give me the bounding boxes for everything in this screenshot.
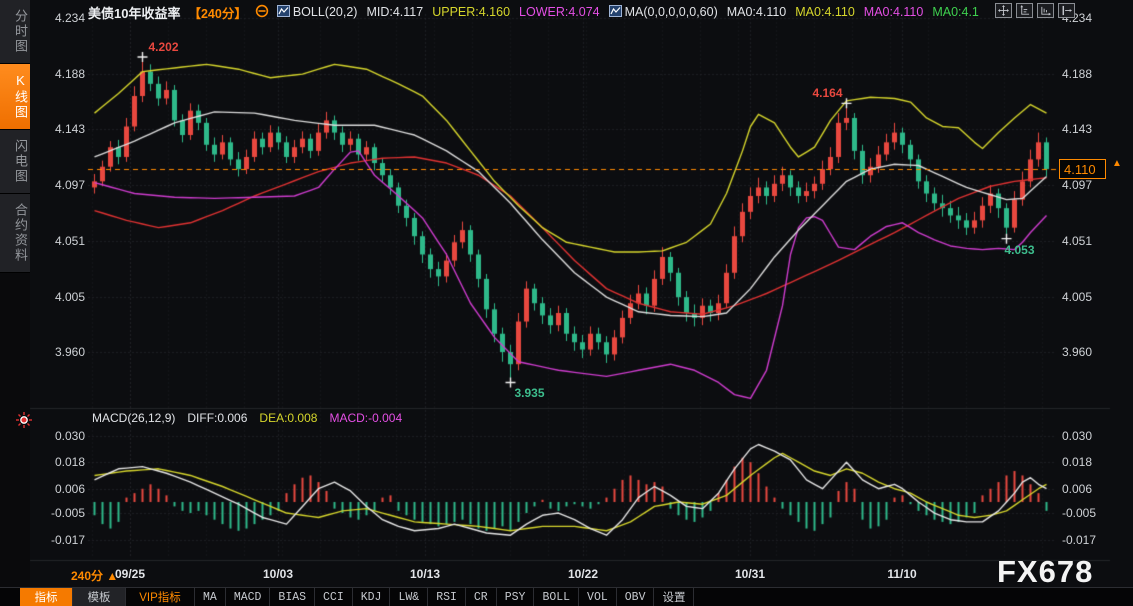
macd-axis-label-right: 0.006 bbox=[1062, 482, 1122, 496]
axis-zoom-horizontal-icon[interactable] bbox=[1037, 3, 1054, 18]
toolbar-item-MA[interactable]: MA bbox=[195, 588, 226, 606]
x-axis-label: 10/13 bbox=[410, 567, 440, 581]
sidebar-tab-分时图[interactable]: 分时图 bbox=[0, 0, 30, 64]
axis-zoom-vertical-icon[interactable] bbox=[1016, 3, 1033, 18]
chart-canvas[interactable] bbox=[0, 0, 1133, 588]
toolbar-item-CCI[interactable]: CCI bbox=[315, 588, 353, 606]
price-marker-icon: ▲ bbox=[1112, 158, 1122, 169]
toolbar-item-MACD[interactable]: MACD bbox=[226, 588, 271, 606]
y-axis-label-left: 4.005 bbox=[38, 290, 85, 304]
indicator-readouts: BOLL(20,2) MID:4.117 UPPER:4.160 LOWER:4.07… bbox=[277, 5, 979, 20]
indicator-readout: MA0:4.1 bbox=[932, 5, 979, 20]
sidebar-tab-闪电图[interactable]: 闪电图 bbox=[0, 130, 30, 194]
x-axis-label: 10/31 bbox=[735, 567, 765, 581]
y-axis-label-right: 3.960 bbox=[1062, 345, 1122, 359]
y-axis-label-right: 4.188 bbox=[1062, 67, 1122, 81]
chart-toolbar bbox=[995, 3, 1075, 18]
indicator-readout: BOLL(20,2) bbox=[277, 5, 358, 20]
sidebar-tab-K线图[interactable]: K线图 bbox=[0, 64, 30, 130]
macd-axis-label-left: 0.030 bbox=[38, 429, 85, 443]
last-price-value: 4.110 bbox=[1064, 162, 1096, 177]
toolbar-item-RSI[interactable]: RSI bbox=[428, 588, 466, 606]
macd-macd-value: MACD:-0.004 bbox=[329, 411, 402, 425]
toolbar-item-KDJ[interactable]: KDJ bbox=[353, 588, 391, 606]
sidebar-tab-合约资料[interactable]: 合约资料 bbox=[0, 194, 30, 273]
toolbar-item-VIP指标[interactable]: VIP指标 bbox=[126, 588, 195, 606]
indicator-readout: MA0:4.110 bbox=[727, 5, 787, 20]
x-axis-label: 10/22 bbox=[568, 567, 598, 581]
macd-axis-label-right: 0.030 bbox=[1062, 429, 1122, 443]
y-axis-label-right: 4.143 bbox=[1062, 122, 1122, 136]
y-axis-label-left: 4.234 bbox=[38, 11, 85, 25]
toolbar-item-OBV[interactable]: OBV bbox=[617, 588, 655, 606]
y-axis-label-right: 4.051 bbox=[1062, 234, 1122, 248]
trading-chart-window: 分时图K线图闪电图合约资料 美债10年收益率 【240分】 BOLL(20,2)… bbox=[0, 0, 1133, 606]
macd-axis-label-left: -0.017 bbox=[38, 533, 85, 547]
mini-chart-icon bbox=[609, 5, 622, 20]
macd-axis-label-left: 0.006 bbox=[38, 482, 85, 496]
macd-axis-label-right: 0.018 bbox=[1062, 455, 1122, 469]
macd-axis-label-right: -0.005 bbox=[1062, 506, 1122, 520]
indicator-readout: MA(0,0,0,0,0,60) bbox=[609, 5, 718, 20]
shift-right-icon[interactable] bbox=[1058, 3, 1075, 18]
macd-diff-value: DIFF:0.006 bbox=[187, 411, 247, 425]
period-label: 【240分】 bbox=[188, 3, 246, 22]
price-extreme-label: 4.164 bbox=[813, 86, 843, 100]
period-selector[interactable]: 240分 ▲ bbox=[71, 567, 118, 584]
toolbar-item-PSY[interactable]: PSY bbox=[497, 588, 535, 606]
toolbar-item-BOLL[interactable]: BOLL bbox=[534, 588, 579, 606]
x-axis-label: 10/03 bbox=[263, 567, 293, 581]
y-axis-label-left: 4.051 bbox=[38, 234, 85, 248]
live-dot-icon bbox=[16, 412, 32, 433]
y-axis-label-left: 4.143 bbox=[38, 122, 85, 136]
x-axis-label: 11/10 bbox=[887, 567, 916, 581]
x-axis-label: 09/25 bbox=[115, 567, 145, 581]
price-extreme-label: 4.053 bbox=[1005, 243, 1035, 257]
toolbar-item-设置[interactable]: 设置 bbox=[654, 588, 694, 606]
link-icon[interactable] bbox=[255, 4, 269, 21]
chart-header: 美债10年收益率 【240分】 BOLL(20,2) MID:4.117 UPPER… bbox=[88, 3, 979, 21]
toolbar-item-BIAS[interactable]: BIAS bbox=[270, 588, 315, 606]
macd-header: MACD(26,12,9) DIFF:0.006 DEA:0.008 MACD:… bbox=[92, 411, 402, 425]
bottom-toolbar: 指标模板VIP指标MAMACDBIASCCIKDJLW&RSICRPSYBOLL… bbox=[0, 587, 1133, 606]
y-axis-label-left: 3.960 bbox=[38, 345, 85, 359]
instrument-title: 美债10年收益率 bbox=[88, 3, 180, 22]
price-extreme-label: 4.202 bbox=[149, 40, 179, 54]
y-axis-label-left: 4.097 bbox=[38, 178, 85, 192]
indicator-readout: MA0:4.110 bbox=[864, 5, 924, 20]
toolbar-item-模板[interactable]: 模板 bbox=[73, 588, 126, 606]
indicator-readout: MID:4.117 bbox=[366, 5, 423, 20]
toolbar-item-指标[interactable]: 指标 bbox=[20, 588, 73, 606]
mini-chart-icon bbox=[277, 5, 290, 20]
price-extreme-label: 3.935 bbox=[515, 386, 545, 400]
watermark: FX678 bbox=[997, 554, 1093, 590]
sidebar: 分时图K线图闪电图合约资料 bbox=[0, 0, 30, 588]
indicator-readout: UPPER:4.160 bbox=[432, 5, 510, 20]
y-axis-label-right: 4.005 bbox=[1062, 290, 1122, 304]
toolbar-item-VOL[interactable]: VOL bbox=[579, 588, 617, 606]
macd-axis-label-left: -0.005 bbox=[38, 506, 85, 520]
toolbar-item-LW&[interactable]: LW& bbox=[390, 588, 428, 606]
indicator-readout: LOWER:4.074 bbox=[519, 5, 600, 20]
indicator-readout: MA0:4.110 bbox=[795, 5, 855, 20]
toolbar-item-CR[interactable]: CR bbox=[466, 588, 497, 606]
macd-dea-value: DEA:0.008 bbox=[259, 411, 317, 425]
macd-axis-label-left: 0.018 bbox=[38, 455, 85, 469]
y-axis-label-right: 4.097 bbox=[1062, 178, 1122, 192]
macd-name: MACD(26,12,9) bbox=[92, 411, 175, 425]
y-axis-label-left: 4.188 bbox=[38, 67, 85, 81]
last-price-box: 4.110 bbox=[1059, 159, 1106, 179]
macd-axis-label-right: -0.017 bbox=[1062, 533, 1122, 547]
pan-icon[interactable] bbox=[995, 3, 1012, 18]
